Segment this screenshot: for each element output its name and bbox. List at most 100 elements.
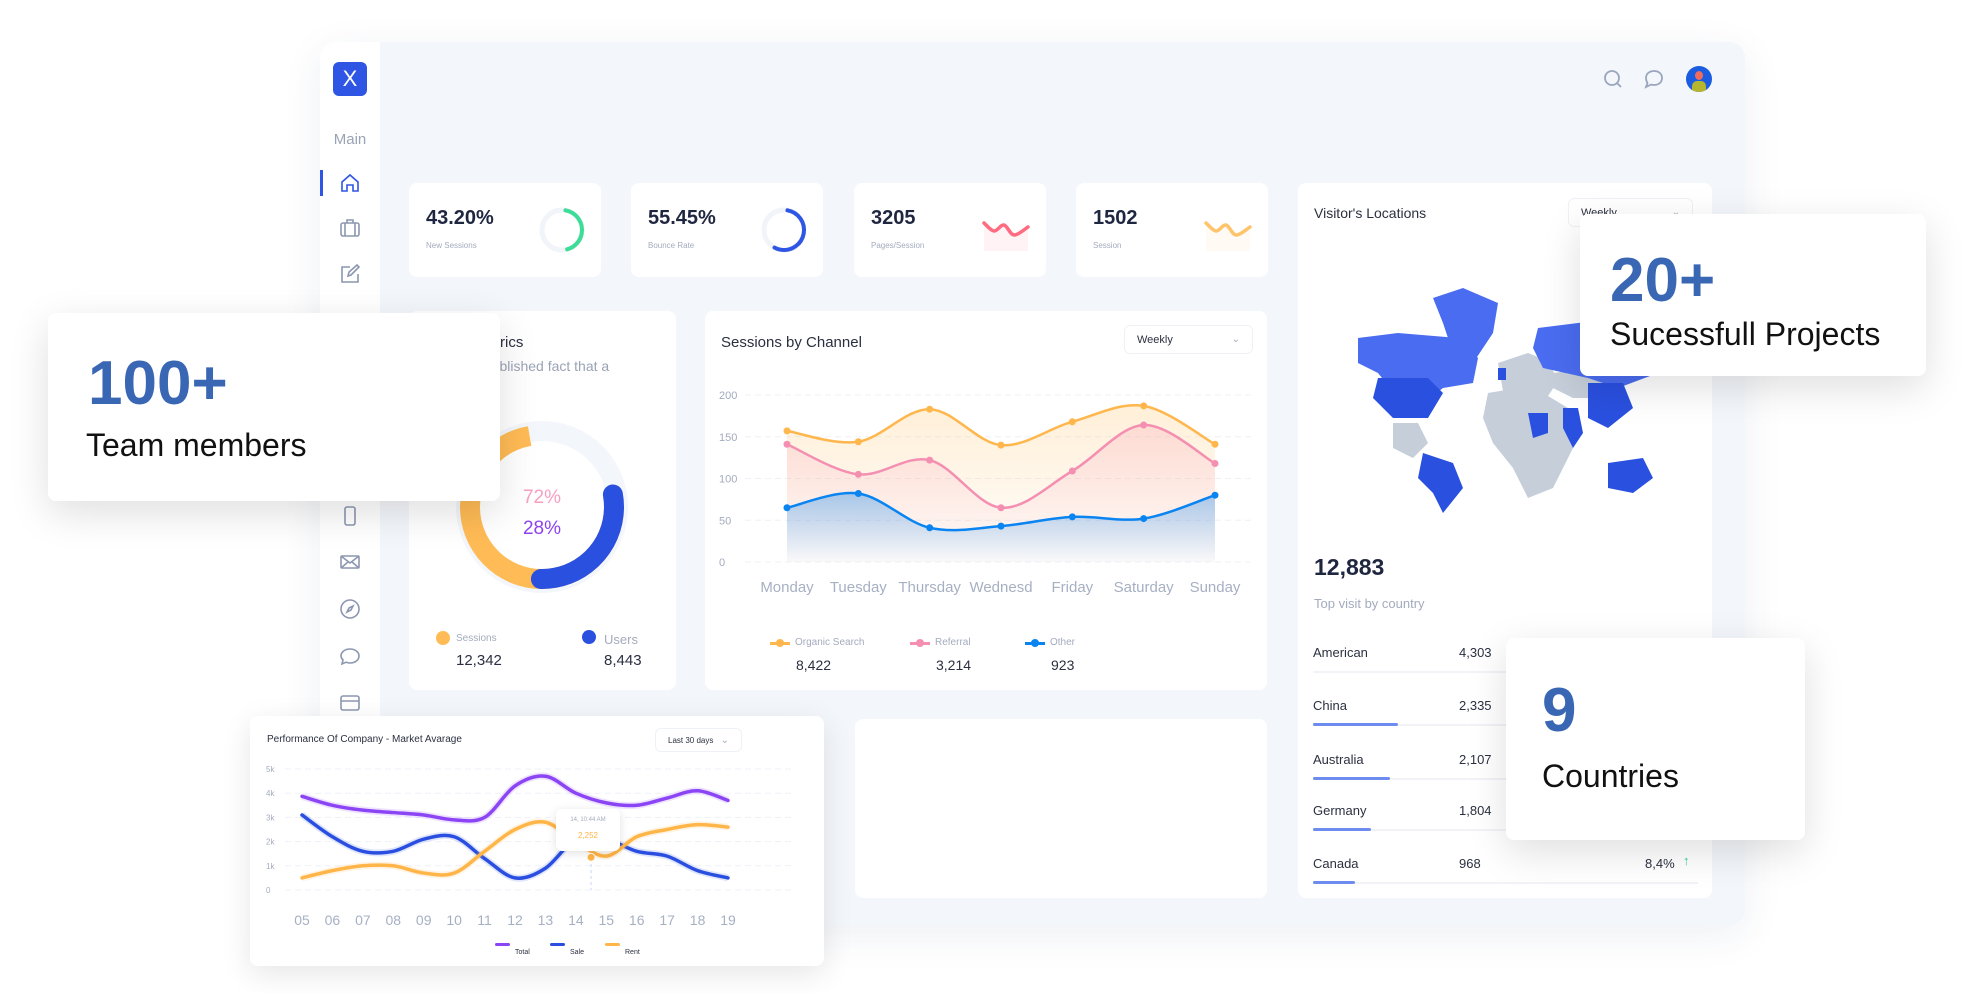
progress-bar: [1313, 777, 1390, 780]
x-tick-label: 07: [355, 912, 371, 928]
legend-label-users: Users: [604, 632, 638, 647]
tooltip-time: 14, 10:44 AM: [570, 817, 606, 823]
stat-label: Bounce Rate: [648, 241, 695, 250]
x-tick-label: 11: [477, 912, 492, 928]
y-tick-label: 200: [719, 390, 737, 402]
data-point: [1068, 467, 1076, 475]
y-tick-label: 100: [719, 474, 737, 486]
mobile-icon[interactable]: [338, 504, 362, 528]
stat-value: 3205: [871, 207, 916, 229]
mail-icon[interactable]: [338, 550, 362, 574]
legend-value-users: 8,443: [604, 652, 642, 669]
chat-icon[interactable]: [1643, 68, 1665, 90]
data-point: [926, 456, 934, 464]
visitors-title: Visitor's Locations: [1314, 205, 1427, 221]
legend-dot-users: [582, 630, 596, 644]
stat-label: New Sessions: [426, 241, 477, 250]
edit-icon[interactable]: [338, 262, 362, 286]
country-name: Canada: [1313, 856, 1359, 871]
data-point: [854, 470, 862, 478]
donut-inner-pct: 28%: [523, 518, 561, 539]
x-tick-label: 06: [325, 912, 341, 928]
x-tick-label: Wednesd: [969, 579, 1032, 596]
x-tick-label: 17: [659, 912, 675, 928]
data-point: [1140, 421, 1148, 429]
projects-card: 20+ Sucessfull Projects: [1580, 214, 1926, 376]
x-tick-label: 10: [446, 912, 462, 928]
legend-marker: [916, 639, 924, 647]
credit-card-icon[interactable]: [338, 691, 362, 715]
data-point: [783, 504, 791, 512]
country-row: Canada 968 8,4% ↑: [1313, 853, 1703, 886]
y-tick-label: 5k: [266, 765, 275, 774]
overlay-number: 9: [1542, 676, 1577, 745]
stat-value: 55.45%: [648, 207, 716, 229]
country-count: 1,804: [1459, 803, 1492, 818]
data-point: [1211, 491, 1219, 499]
chat-icon[interactable]: [338, 645, 362, 669]
legend-swatch: [495, 943, 510, 946]
data-point: [997, 441, 1005, 449]
overlay-number: 100+: [88, 349, 228, 418]
stat-card: 43.20% New Sessions: [409, 183, 601, 277]
x-tick-label: 05: [294, 912, 310, 928]
legend-swatch: [550, 943, 565, 946]
performance-card: Performance Of Company - Market Avarage …: [250, 716, 824, 966]
sparkline: [982, 221, 1030, 251]
logo[interactable]: X: [333, 62, 367, 96]
sessions-chart: 0 50 100 150 200 Monday Tuesday Thursday Wednesd…: [719, 390, 1253, 596]
country-name: Germany: [1313, 803, 1367, 818]
legend-label: Total: [515, 949, 530, 956]
data-point: [854, 490, 862, 498]
progress-ring: [761, 207, 807, 253]
ring-fill: [762, 208, 806, 252]
donut-outer-pct: 72%: [523, 487, 561, 508]
home-icon[interactable]: [338, 171, 362, 195]
legend-value: 8,422: [796, 657, 832, 673]
compass-icon[interactable]: [338, 597, 362, 621]
country-name: American: [1313, 645, 1368, 660]
data-point: [783, 427, 791, 435]
x-tick-label: Saturday: [1114, 579, 1175, 596]
country-count: 4,303: [1459, 645, 1492, 660]
visitors-total: 12,883: [1314, 554, 1385, 580]
x-tick-label: Sunday: [1190, 579, 1241, 596]
x-tick-label: 18: [690, 912, 706, 928]
overlay-label: Team members: [86, 427, 307, 463]
data-point: [926, 405, 934, 413]
x-tick-label: 09: [416, 912, 432, 928]
data-point: [1068, 513, 1076, 521]
overlay-number: 20+: [1610, 246, 1716, 315]
stat-label: Pages/Session: [871, 241, 925, 250]
data-point: [997, 522, 1005, 530]
countries-card: 9 Countries: [1506, 638, 1805, 840]
stat-label: Session: [1093, 241, 1122, 250]
tooltip-value: 2,252: [577, 831, 599, 840]
data-point: [1140, 402, 1148, 410]
arrow-up-icon: ↑: [1683, 853, 1690, 868]
progress-bar: [1313, 828, 1371, 831]
data-point: [926, 524, 934, 532]
y-tick-label: 0: [266, 886, 271, 895]
data-point: [1140, 515, 1148, 523]
legend-label-sessions: Sessions: [456, 633, 497, 644]
country-change: 8,4%: [1645, 856, 1675, 871]
country-count: 2,335: [1459, 698, 1492, 713]
ring-fill: [540, 208, 584, 252]
data-point: [997, 504, 1005, 512]
progress-bar: [1313, 723, 1398, 726]
avatar[interactable]: [1686, 66, 1712, 92]
legend-swatch: [605, 943, 620, 946]
progress-track: [1313, 882, 1698, 884]
data-point: [783, 440, 791, 448]
x-tick-label: 14: [568, 912, 584, 928]
tooltip-point: [586, 852, 596, 862]
y-tick-label: 2k: [266, 838, 275, 847]
briefcase-icon[interactable]: [338, 216, 362, 240]
data-point: [1211, 459, 1219, 467]
sidebar-section-label: Main: [333, 131, 367, 148]
legend-label: Sale: [570, 949, 584, 956]
search-icon[interactable]: [1602, 68, 1624, 90]
team-members-card: 100+ Team members: [48, 313, 500, 501]
overlay-label: Countries: [1542, 758, 1679, 794]
